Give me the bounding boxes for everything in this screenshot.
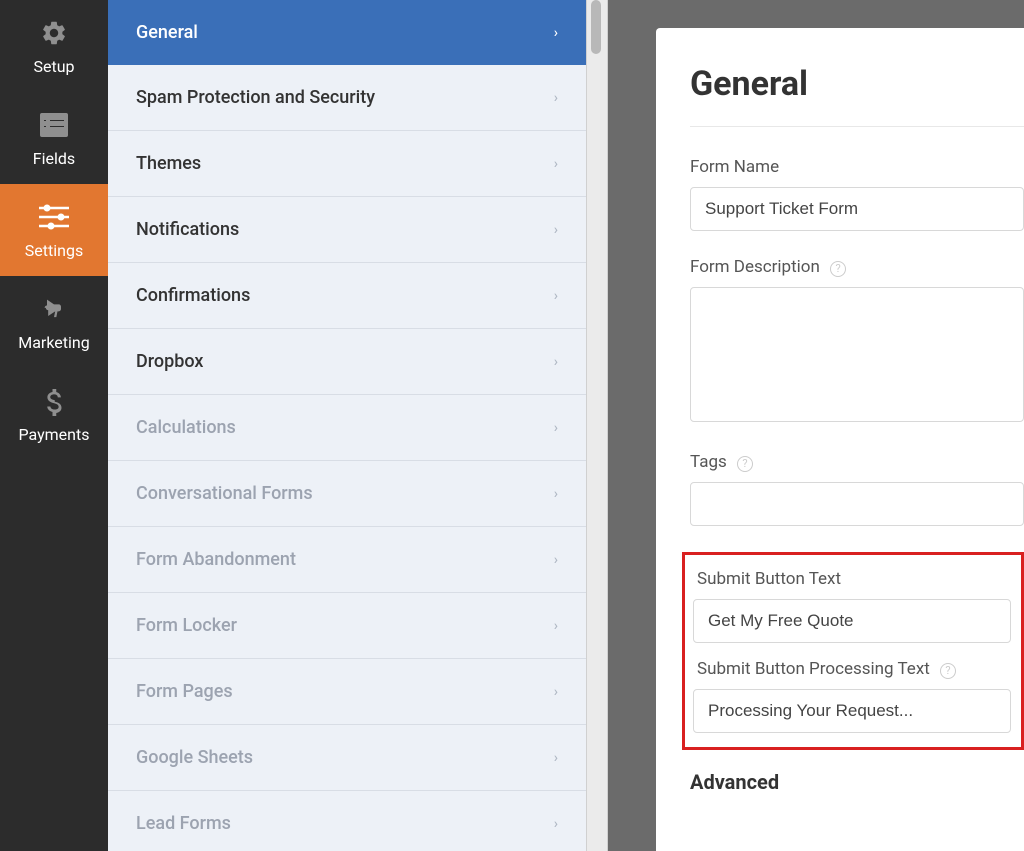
settings-item-label: Themes bbox=[136, 153, 201, 174]
sidebar-label: Payments bbox=[18, 425, 89, 444]
submit-button-text-label: Submit Button Text bbox=[689, 569, 1011, 589]
settings-item-label: Dropbox bbox=[136, 351, 203, 372]
help-icon[interactable]: ? bbox=[830, 261, 846, 277]
submit-button-text-field: Submit Button Text bbox=[689, 569, 1011, 643]
chevron-right-icon: › bbox=[554, 552, 558, 568]
sidebar-label: Settings bbox=[25, 241, 83, 260]
settings-item-general[interactable]: General › bbox=[108, 0, 586, 65]
chevron-right-icon: › bbox=[554, 90, 558, 106]
dollar-icon bbox=[38, 385, 70, 417]
tags-field: Tags ? bbox=[690, 452, 1024, 526]
content-area: General Form Name Form Description ? Tag… bbox=[608, 0, 1024, 851]
submit-button-processing-label: Submit Button Processing Text ? bbox=[689, 659, 1011, 679]
settings-item-label: Google Sheets bbox=[136, 747, 253, 768]
form-name-field: Form Name bbox=[690, 157, 1024, 231]
settings-item-lead-forms[interactable]: Lead Forms › bbox=[108, 791, 586, 851]
list-icon bbox=[38, 109, 70, 141]
form-description-input[interactable] bbox=[690, 287, 1024, 422]
settings-item-label: Conversational Forms bbox=[136, 483, 313, 504]
chevron-right-icon: › bbox=[554, 288, 558, 304]
form-name-input[interactable] bbox=[690, 187, 1024, 231]
chevron-right-icon: › bbox=[554, 222, 558, 238]
tags-label: Tags ? bbox=[690, 452, 1024, 472]
settings-item-google-sheets[interactable]: Google Sheets › bbox=[108, 725, 586, 791]
settings-item-notifications[interactable]: Notifications › bbox=[108, 197, 586, 263]
submit-button-processing-input[interactable] bbox=[693, 689, 1011, 733]
tags-input[interactable] bbox=[690, 482, 1024, 526]
help-icon[interactable]: ? bbox=[940, 663, 956, 679]
settings-item-label: Lead Forms bbox=[136, 813, 231, 834]
form-description-label: Form Description ? bbox=[690, 257, 1024, 277]
settings-item-label: Calculations bbox=[136, 417, 236, 438]
settings-item-dropbox[interactable]: Dropbox › bbox=[108, 329, 586, 395]
sliders-icon bbox=[38, 201, 70, 233]
content-panel: General Form Name Form Description ? Tag… bbox=[656, 28, 1024, 851]
scrollbar-thumb[interactable] bbox=[591, 0, 601, 54]
chevron-right-icon: › bbox=[554, 25, 558, 41]
settings-item-form-locker[interactable]: Form Locker › bbox=[108, 593, 586, 659]
chevron-right-icon: › bbox=[554, 618, 558, 634]
page-title: General bbox=[690, 64, 1024, 127]
sidebar-item-fields[interactable]: Fields bbox=[0, 92, 108, 184]
settings-item-calculations[interactable]: Calculations › bbox=[108, 395, 586, 461]
settings-item-label: General bbox=[136, 22, 198, 43]
sidebar-label: Setup bbox=[33, 57, 74, 76]
chevron-right-icon: › bbox=[554, 486, 558, 502]
scrollbar[interactable] bbox=[586, 0, 608, 851]
sidebar-item-marketing[interactable]: Marketing bbox=[0, 276, 108, 368]
sidebar-label: Fields bbox=[33, 149, 75, 168]
sidebar-item-settings[interactable]: Settings bbox=[0, 184, 108, 276]
settings-item-conversational-forms[interactable]: Conversational Forms › bbox=[108, 461, 586, 527]
settings-item-label: Confirmations bbox=[136, 285, 250, 306]
chevron-right-icon: › bbox=[554, 684, 558, 700]
chevron-right-icon: › bbox=[554, 420, 558, 436]
sidebar-label: Marketing bbox=[18, 333, 89, 352]
sidebar-item-setup[interactable]: Setup bbox=[0, 0, 108, 92]
chevron-right-icon: › bbox=[554, 156, 558, 172]
advanced-heading: Advanced bbox=[690, 770, 1024, 794]
settings-item-themes[interactable]: Themes › bbox=[108, 131, 586, 197]
settings-item-label: Form Locker bbox=[136, 615, 237, 636]
form-name-label: Form Name bbox=[690, 157, 1024, 177]
highlight-box: Submit Button Text Submit Button Process… bbox=[682, 552, 1024, 750]
settings-item-spam[interactable]: Spam Protection and Security › bbox=[108, 65, 586, 131]
settings-item-label: Notifications bbox=[136, 219, 239, 240]
settings-panel: General › Spam Protection and Security ›… bbox=[108, 0, 586, 851]
bullhorn-icon bbox=[38, 293, 70, 325]
gear-icon bbox=[38, 17, 70, 49]
settings-item-confirmations[interactable]: Confirmations › bbox=[108, 263, 586, 329]
settings-item-form-abandonment[interactable]: Form Abandonment › bbox=[108, 527, 586, 593]
left-sidebar: Setup Fields Settings Marketing Payments bbox=[0, 0, 108, 851]
chevron-right-icon: › bbox=[554, 816, 558, 832]
sidebar-item-payments[interactable]: Payments bbox=[0, 368, 108, 460]
settings-item-form-pages[interactable]: Form Pages › bbox=[108, 659, 586, 725]
chevron-right-icon: › bbox=[554, 750, 558, 766]
help-icon[interactable]: ? bbox=[737, 456, 753, 472]
form-description-field: Form Description ? bbox=[690, 257, 1024, 426]
settings-item-label: Form Pages bbox=[136, 681, 233, 702]
submit-button-processing-field: Submit Button Processing Text ? bbox=[689, 659, 1011, 733]
chevron-right-icon: › bbox=[554, 354, 558, 370]
submit-button-text-input[interactable] bbox=[693, 599, 1011, 643]
settings-item-label: Spam Protection and Security bbox=[136, 87, 375, 108]
settings-item-label: Form Abandonment bbox=[136, 549, 296, 570]
